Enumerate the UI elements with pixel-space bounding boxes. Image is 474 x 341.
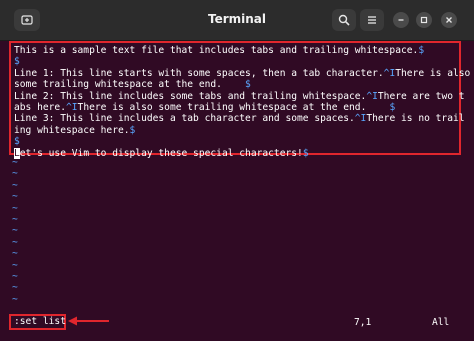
menu-button[interactable] (360, 9, 384, 31)
command-line[interactable]: :set list (9, 314, 66, 330)
search-icon (338, 14, 350, 26)
empty-line-markers: ~ ~ ~ ~ ~ ~ ~ ~ ~ ~ ~ ~ ~ (12, 157, 18, 305)
line-text: There is also some trailing whitespace a… (77, 101, 390, 113)
line-text: abs here. (14, 101, 66, 113)
tab-marker: ^I (354, 113, 367, 125)
line-text: There are two t (377, 90, 465, 102)
file-line: Let's use Vim to display these special c… (14, 147, 456, 159)
minimize-button[interactable] (393, 12, 409, 28)
file-line: $ (14, 136, 456, 147)
line-text: There is no trail (366, 113, 465, 125)
tilde-marker: ~ (12, 236, 18, 248)
tilde-marker: ~ (12, 270, 18, 282)
tilde-marker: ~ (12, 282, 18, 294)
file-line: Line 3: This line includes a tab charact… (14, 113, 465, 125)
tilde-marker: ~ (12, 191, 18, 203)
terminal-area[interactable]: This is a sample text file that includes… (0, 41, 474, 341)
tilde-marker: ~ (12, 168, 18, 180)
search-button[interactable] (332, 9, 356, 31)
line-text: some trailing whitespace at the end. (14, 79, 246, 91)
terminal-window: Terminal This is a sample text file that… (0, 0, 474, 341)
maximize-button[interactable] (416, 12, 432, 28)
tilde-marker: ~ (12, 248, 18, 260)
end-of-line-marker: $ (14, 136, 20, 148)
end-of-line-marker: $ (245, 79, 251, 91)
left-arrow-icon (68, 316, 109, 326)
tab-marker: ^I (65, 101, 78, 113)
end-of-line-marker: $ (14, 56, 20, 68)
file-line: This is a sample text file that includes… (14, 45, 456, 56)
tilde-marker: ~ (12, 293, 18, 305)
close-button[interactable] (441, 12, 457, 28)
tilde-marker: ~ (12, 259, 18, 271)
end-of-line-marker: $ (302, 147, 309, 159)
minimize-icon (398, 19, 404, 21)
line-text: et's use Vim to display these special ch… (19, 147, 303, 159)
title-bar: Terminal (0, 0, 474, 41)
line-text: Line 1: This line starts with some space… (14, 67, 384, 79)
line-text: This is a sample text file that includes… (14, 45, 419, 56)
tilde-marker: ~ (12, 213, 18, 225)
tilde-marker: ~ (12, 202, 18, 214)
end-of-line-marker: $ (389, 101, 396, 113)
line-text: Line 2: This line includes some tabs and… (14, 90, 367, 102)
close-icon (446, 17, 452, 23)
scroll-position: All (432, 317, 450, 328)
file-line: $ (14, 56, 456, 67)
file-line: abs here.^IThere is also some trailing w… (14, 102, 456, 113)
file-line: Line 1: This line starts with some space… (14, 67, 470, 79)
tab-marker: ^I (366, 90, 378, 102)
line-text: Line 3: This line includes a tab charact… (14, 113, 355, 125)
line-text: ing whitespace here. (14, 124, 130, 136)
hamburger-menu-icon (368, 16, 376, 24)
file-line: some trailing whitespace at the end. $ (14, 79, 456, 90)
tilde-marker: ~ (12, 157, 18, 168)
tilde-marker: ~ (12, 179, 18, 191)
file-line: Line 2: This line includes some tabs and… (14, 90, 465, 102)
cursor-position: 7,1 (354, 317, 372, 328)
file-line: ing whitespace here.$ (14, 125, 456, 136)
end-of-line-marker: $ (418, 45, 425, 56)
maximize-icon (420, 16, 428, 24)
tab-marker: ^I (383, 67, 396, 79)
line-text: There is also (395, 67, 471, 79)
tilde-marker: ~ (12, 225, 18, 237)
end-of-line-marker: $ (129, 124, 136, 136)
file-content-highlight: This is a sample text file that includes… (9, 41, 470, 159)
